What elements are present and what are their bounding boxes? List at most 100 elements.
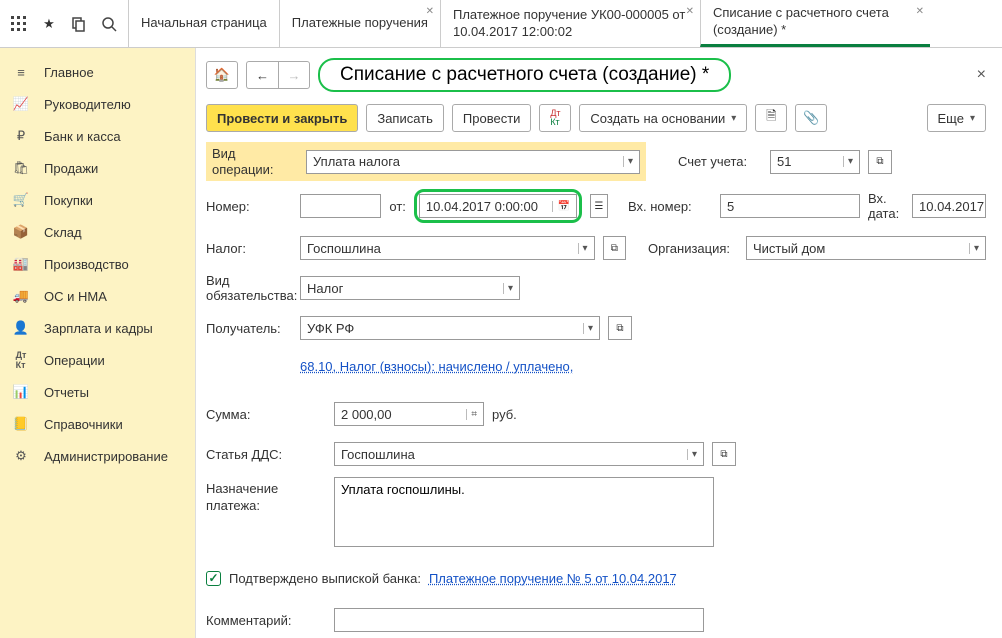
calendar-icon[interactable]: 📅 (552, 201, 569, 212)
recipient-input[interactable]: УФК РФ▾ (300, 316, 600, 340)
open-ref-button[interactable]: ⧉ (608, 316, 632, 340)
account-label: Счет учета: (678, 154, 762, 169)
tax-link[interactable]: 68.10, Налог (взносы): начислено / уплач… (300, 359, 573, 374)
page-title: Списание с расчетного счета (создание) * (318, 58, 731, 92)
chevron-down-icon[interactable]: ▾ (503, 283, 513, 294)
from-label: от: (389, 199, 406, 214)
sidebar-item-label: Покупки (44, 193, 93, 208)
sidebar-item-label: Главное (44, 65, 94, 80)
sidebar-item-sales[interactable]: 🛍Продажи (0, 152, 195, 184)
more-button[interactable]: Еще (927, 104, 986, 132)
inc-num-input[interactable]: 5 (720, 194, 860, 218)
dds-input[interactable]: Госпошлина▾ (334, 442, 704, 466)
tax-label: Налог: (206, 241, 292, 256)
chart-icon: 📈 (12, 95, 30, 113)
box-icon: 📦 (12, 223, 30, 241)
tax-input[interactable]: Госпошлина▾ (300, 236, 595, 260)
org-input[interactable]: Чистый дом▾ (746, 236, 986, 260)
sidebar-item-label: Руководителю (44, 97, 131, 112)
tab-label: Платежные поручения (292, 15, 428, 32)
chevron-down-icon[interactable]: ▾ (969, 243, 979, 254)
chevron-down-icon[interactable]: ▾ (687, 449, 697, 460)
open-ref-button[interactable]: ⧉ (603, 236, 627, 260)
apps-icon[interactable] (8, 13, 30, 35)
home-button[interactable]: 🏠 (206, 61, 238, 89)
sidebar-item-label: Справочники (44, 417, 123, 432)
sidebar-item-label: Отчеты (44, 385, 89, 400)
bag-icon: 🛍 (12, 159, 30, 177)
chevron-down-icon[interactable]: ▾ (583, 323, 593, 334)
write-button[interactable]: Записать (366, 104, 444, 132)
number-input[interactable] (300, 194, 381, 218)
tab-payment-doc[interactable]: Платежное поручение УК00-000005 от 10.04… (440, 0, 700, 47)
purpose-label: Назначение платежа: (206, 477, 326, 515)
tab-payments[interactable]: Платежные поручения✕ (279, 0, 440, 47)
sidebar-item-reports[interactable]: 📊 Отчеты (0, 376, 195, 408)
tab-label: Списание с расчетного счета (создание) * (713, 5, 918, 39)
post-button[interactable]: Провести (452, 104, 532, 132)
search-icon[interactable] (98, 13, 120, 35)
sidebar-item-label: Зарплата и кадры (44, 321, 153, 336)
forward-button[interactable]: → (278, 61, 310, 89)
toolbar: Провести и закрыть Записать Провести ДтК… (206, 104, 986, 132)
sidebar-item-catalogs[interactable]: 📒 Справочники (0, 408, 195, 440)
sidebar-item-production[interactable]: 🏭Производство (0, 248, 195, 280)
content-area: 🏠 ← → Списание с расчетного счета (созда… (196, 48, 1002, 638)
number-label: Номер: (206, 199, 292, 214)
close-page-button[interactable]: × (977, 66, 986, 84)
sidebar-item-purchases[interactable]: 🛒Покупки (0, 184, 195, 216)
truck-icon: 🚚 (12, 287, 30, 305)
tab-home[interactable]: Начальная страница (128, 0, 279, 47)
dds-label: Статья ДДС: (206, 447, 326, 462)
confirmed-label: Подтверждено выпиской банка: (229, 571, 421, 586)
sidebar-item-bank[interactable]: ₽Банк и касса (0, 120, 195, 152)
account-input[interactable]: 51▾ (770, 150, 860, 174)
close-icon[interactable]: ✕ (916, 6, 924, 17)
print-button[interactable]: 🗎 (755, 104, 787, 132)
close-icon[interactable]: ✕ (686, 6, 694, 17)
create-based-button[interactable]: Создать на основании (579, 104, 747, 132)
list-button[interactable]: ☰ (590, 194, 608, 218)
dtkt-icon: ДтКт (12, 351, 30, 369)
comment-input[interactable] (334, 608, 704, 632)
open-ref-button[interactable]: ⧉ (712, 442, 736, 466)
sidebar-item-manager[interactable]: 📈 Руководителю (0, 88, 195, 120)
star-icon[interactable]: ★ (38, 13, 60, 35)
currency-label: руб. (492, 407, 517, 422)
open-ref-button[interactable]: ⧉ (868, 150, 892, 174)
tab-label: Платежное поручение УК00-000005 от 10.04… (453, 7, 688, 41)
confirmed-link[interactable]: Платежное поручение № 5 от 10.04.2017 (429, 571, 677, 586)
op-type-label: Вид операции: (212, 146, 298, 177)
tab-writeoff[interactable]: Списание с расчетного счета (создание) *… (700, 0, 930, 47)
dtkt-button[interactable]: ДтКт (539, 104, 571, 132)
op-type-input[interactable]: Уплата налога▾ (306, 150, 640, 174)
date-input[interactable]: 10.04.2017 0:00:00📅 (419, 194, 577, 218)
sum-label: Сумма: (206, 407, 326, 422)
history-icon[interactable] (68, 13, 90, 35)
sidebar-item-operations[interactable]: ДтКтОперации (0, 344, 195, 376)
sidebar-item-warehouse[interactable]: 📦Склад (0, 216, 195, 248)
sidebar-item-assets[interactable]: 🚚ОС и НМА (0, 280, 195, 312)
sum-input[interactable]: 2 000,00⌗ (334, 402, 484, 426)
sidebar-item-admin[interactable]: ⚙Администрирование (0, 440, 195, 472)
inc-date-input[interactable]: 10.04.2017 (912, 194, 986, 218)
chevron-down-icon[interactable]: ▾ (578, 243, 588, 254)
sidebar-item-main[interactable]: ≡Главное (0, 56, 195, 88)
close-icon[interactable]: ✕ (426, 6, 434, 17)
obligation-input[interactable]: Налог▾ (300, 276, 520, 300)
confirmed-checkbox[interactable]: ✓ (206, 571, 221, 586)
obligation-label: Вид обязательства: (206, 273, 292, 304)
chevron-down-icon[interactable]: ▾ (623, 156, 633, 167)
chevron-down-icon[interactable]: ▾ (843, 156, 853, 167)
bars-icon: 📊 (12, 383, 30, 401)
sidebar-item-hr[interactable]: 👤Зарплата и кадры (0, 312, 195, 344)
sidebar-item-label: Производство (44, 257, 129, 272)
purpose-input[interactable] (334, 477, 714, 547)
back-button[interactable]: ← (246, 61, 278, 89)
calculator-icon[interactable]: ⌗ (466, 409, 477, 420)
sidebar-item-label: Банк и касса (44, 129, 121, 144)
inc-date-label: Вх. дата: (868, 191, 904, 222)
attach-button[interactable]: 📎 (795, 104, 827, 132)
post-and-close-button[interactable]: Провести и закрыть (206, 104, 358, 132)
book-icon: 📒 (12, 415, 30, 433)
